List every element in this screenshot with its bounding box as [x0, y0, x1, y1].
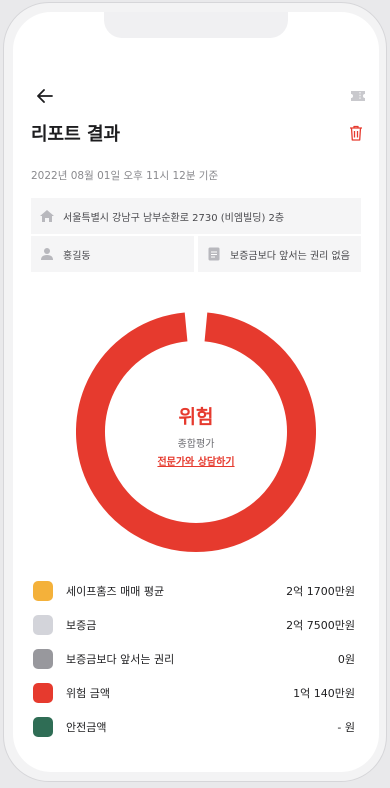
legend-value: - 원: [337, 721, 355, 734]
rights-box: 보증금보다 앞서는 권리 없음: [198, 236, 361, 272]
overall-label: 종합평가: [177, 439, 215, 450]
legend-swatch: [33, 581, 53, 601]
donut-center: 위험 종합평가 전문가와 상담하기: [76, 402, 316, 469]
legend-label: 안전금액: [66, 721, 107, 734]
address-text: 서울특별시 강남구 남부순환로 2730 (비엠빌딩) 2층: [63, 212, 285, 224]
phone-frame: 리포트 결과 2022년 08월 01일 오후 11시 12분 기준 서울특별시…: [3, 2, 387, 782]
legend-list: 세이프홈즈 매매 평균 2억 1700만원 보증금 2억 7500만원 보증금보…: [33, 574, 355, 744]
legend-row: 보증금보다 앞서는 권리 0원: [33, 642, 355, 676]
legend-value: 2억 1700만원: [286, 585, 355, 598]
legend-swatch: [33, 683, 53, 703]
legend-value: 2억 7500만원: [286, 619, 355, 632]
legend-swatch: [33, 649, 53, 669]
back-button[interactable]: [33, 84, 57, 108]
legend-value: 1억 140만원: [293, 687, 355, 700]
person-icon: [39, 246, 55, 262]
ticket-icon: [351, 91, 365, 101]
legend-swatch: [33, 615, 53, 635]
app-screen: 리포트 결과 2022년 08월 01일 오후 11시 12분 기준 서울특별시…: [13, 12, 379, 772]
legend-row: 위험 금액 1억 140만원: [33, 676, 355, 710]
rights-text: 보증금보다 앞서는 권리 없음: [230, 250, 350, 262]
legend-label: 세이프홈즈 매매 평균: [66, 585, 165, 598]
legend-value: 0원: [337, 653, 355, 666]
legend-row: 보증금 2억 7500만원: [33, 608, 355, 642]
trash-icon: [350, 125, 362, 141]
address-box: 서울특별시 강남구 남부순환로 2730 (비엠빌딩) 2층: [31, 198, 361, 234]
legend-label: 위험 금액: [66, 687, 110, 700]
ticket-button[interactable]: [347, 86, 369, 106]
legend-row: 세이프홈즈 매매 평균 2억 1700만원: [33, 574, 355, 608]
legend-row: 안전금액 - 원: [33, 710, 355, 744]
legend-swatch: [33, 717, 53, 737]
phone-notch: [104, 12, 288, 38]
delete-button[interactable]: [345, 122, 367, 144]
owner-name: 홍길동: [63, 250, 91, 262]
home-icon: [39, 208, 55, 224]
risk-status: 위험: [178, 406, 214, 428]
legend-label: 보증금: [66, 619, 97, 632]
back-arrow-icon: [37, 89, 53, 103]
legend-label: 보증금보다 앞서는 권리: [66, 653, 175, 666]
report-timestamp: 2022년 08월 01일 오후 11시 12분 기준: [31, 170, 219, 182]
document-icon: [206, 246, 222, 262]
consult-expert-link[interactable]: 전문가와 상담하기: [157, 453, 234, 468]
page-title: 리포트 결과: [31, 124, 121, 145]
owner-name-box: 홍길동: [31, 236, 194, 272]
